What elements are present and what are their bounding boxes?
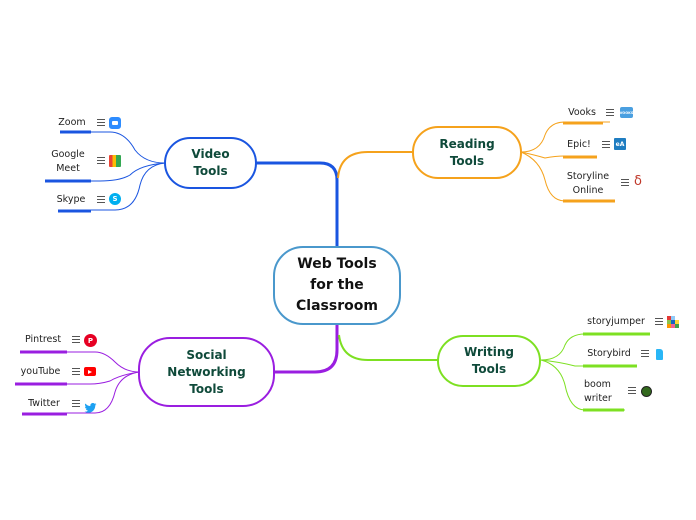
link-central-writing <box>338 334 438 361</box>
zoom-icon <box>109 117 121 129</box>
notes-icon[interactable] <box>628 387 636 395</box>
epic-icon: eA <box>614 138 626 150</box>
storyline-online-icon: δ <box>634 173 642 189</box>
topic-reading-tools[interactable]: Reading Tools <box>412 126 522 179</box>
twitter-icon <box>84 398 97 413</box>
leaf-vooks[interactable]: Vooks <box>563 106 601 120</box>
leaf-boomwriter[interactable]: boom writer <box>584 378 620 406</box>
link-central-social <box>273 322 339 374</box>
leaf-zoom[interactable]: Zoom <box>52 116 92 130</box>
topic-social-networking-tools[interactable]: Social Networking Tools <box>138 337 275 407</box>
notes-icon[interactable] <box>72 400 80 408</box>
leaf-storybird[interactable]: Storybird <box>585 347 633 361</box>
vooks-icon: VOOKS <box>620 107 633 118</box>
leaf-storyjumper[interactable]: storyjumper <box>585 315 647 329</box>
boomwriter-icon <box>641 386 652 397</box>
notes-icon[interactable] <box>621 179 629 187</box>
link-central-video <box>256 161 339 246</box>
notes-icon[interactable] <box>97 119 105 127</box>
storybird-icon <box>656 349 663 360</box>
leaf-pinterest[interactable]: Pintrest <box>22 333 64 347</box>
notes-icon[interactable] <box>602 141 610 149</box>
leaf-skype[interactable]: Skype <box>52 193 90 207</box>
youtube-icon <box>84 367 96 376</box>
notes-icon[interactable] <box>606 109 614 117</box>
topic-writing-tools[interactable]: Writing Tools <box>437 335 541 387</box>
leaf-google-meet[interactable]: Google Meet <box>46 148 90 176</box>
central-topic[interactable]: Web Tools for the Classroom <box>273 246 401 325</box>
notes-icon[interactable] <box>72 336 80 344</box>
link-central-reading <box>337 151 413 179</box>
notes-icon[interactable] <box>97 157 105 165</box>
google-meet-icon <box>109 155 121 167</box>
skype-icon: S <box>109 193 121 205</box>
notes-icon[interactable] <box>97 196 105 204</box>
leaf-twitter[interactable]: Twitter <box>24 397 64 411</box>
leaf-epic[interactable]: Epic! <box>563 138 595 152</box>
leaf-storyline-online[interactable]: Storyline Online <box>562 170 614 198</box>
notes-icon[interactable] <box>72 368 80 376</box>
storyjumper-icon <box>667 316 679 328</box>
leaf-youtube[interactable]: youTube <box>18 365 63 379</box>
notes-icon[interactable] <box>655 318 663 326</box>
notes-icon[interactable] <box>641 350 649 358</box>
pinterest-icon: P <box>84 334 97 347</box>
topic-video-tools[interactable]: Video Tools <box>164 137 257 189</box>
